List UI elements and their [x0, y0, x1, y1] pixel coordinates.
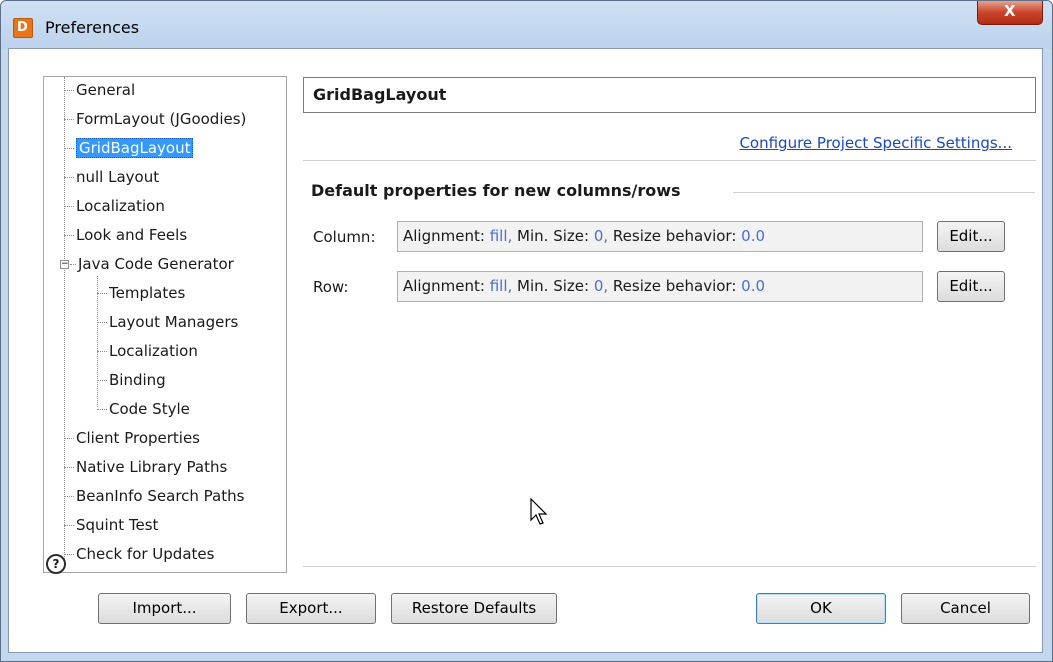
- mouse-cursor-icon: [530, 498, 548, 525]
- section-title: Default properties for new columns/rows: [311, 181, 681, 200]
- title-bar: D Preferences X: [1, 1, 1052, 49]
- row-label: Row:: [313, 278, 349, 296]
- dialog-content: − General FormLayout (JGoodies) GridBagL…: [8, 48, 1043, 653]
- bottom-divider: [303, 566, 1036, 567]
- column-label: Column:: [313, 228, 376, 246]
- column-edit-button[interactable]: Edit...: [937, 221, 1005, 252]
- tree-item-java-code-generator[interactable]: Java Code Generator: [70, 252, 234, 276]
- tree-item-null-layout[interactable]: null Layout: [64, 165, 159, 189]
- cancel-button[interactable]: Cancel: [901, 593, 1030, 624]
- tree-item-gridbaglayout[interactable]: GridBagLayout: [64, 136, 194, 160]
- tree-item-general[interactable]: General: [64, 78, 135, 102]
- app-icon: D: [13, 18, 33, 38]
- tree-item-code-style[interactable]: Code Style: [97, 397, 190, 421]
- row-properties-field: Alignment: fill, Min. Size: 0, Resize be…: [397, 271, 923, 302]
- page-title: GridBagLayout: [303, 77, 1036, 113]
- collapse-icon[interactable]: −: [60, 260, 69, 269]
- tree-item-squint-test[interactable]: Squint Test: [64, 513, 158, 537]
- tree-item-localization[interactable]: Localization: [64, 194, 165, 218]
- help-icon[interactable]: ?: [46, 554, 66, 574]
- export-button[interactable]: Export...: [246, 593, 376, 624]
- tree-item-beaninfo-search-paths[interactable]: BeanInfo Search Paths: [64, 484, 244, 508]
- tree-item-native-library-paths[interactable]: Native Library Paths: [64, 455, 227, 479]
- tree-item-check-for-updates[interactable]: Check for Updates: [64, 542, 214, 566]
- tree-item-client-properties[interactable]: Client Properties: [64, 426, 200, 450]
- window-title: Preferences: [45, 18, 140, 37]
- section-divider: [733, 192, 1035, 193]
- tree-item-templates[interactable]: Templates: [97, 281, 185, 305]
- ok-button[interactable]: OK: [756, 593, 886, 624]
- tree-item-formlayout[interactable]: FormLayout (JGoodies): [64, 107, 246, 131]
- tree-item-look-and-feels[interactable]: Look and Feels: [64, 223, 187, 247]
- divider: [303, 160, 1036, 161]
- tree-item-code-localization[interactable]: Localization: [97, 339, 198, 363]
- tree-item-layout-managers[interactable]: Layout Managers: [97, 310, 238, 334]
- column-properties-field: Alignment: fill, Min. Size: 0, Resize be…: [397, 221, 923, 252]
- row-edit-button[interactable]: Edit...: [937, 271, 1005, 302]
- import-button[interactable]: Import...: [98, 593, 231, 624]
- tree-item-binding[interactable]: Binding: [97, 368, 166, 392]
- restore-defaults-button[interactable]: Restore Defaults: [391, 593, 557, 624]
- close-icon: X: [1004, 2, 1016, 20]
- configure-project-settings-link[interactable]: Configure Project Specific Settings...: [739, 134, 1012, 152]
- close-button[interactable]: X: [977, 1, 1043, 25]
- preferences-tree: − General FormLayout (JGoodies) GridBagL…: [43, 76, 287, 573]
